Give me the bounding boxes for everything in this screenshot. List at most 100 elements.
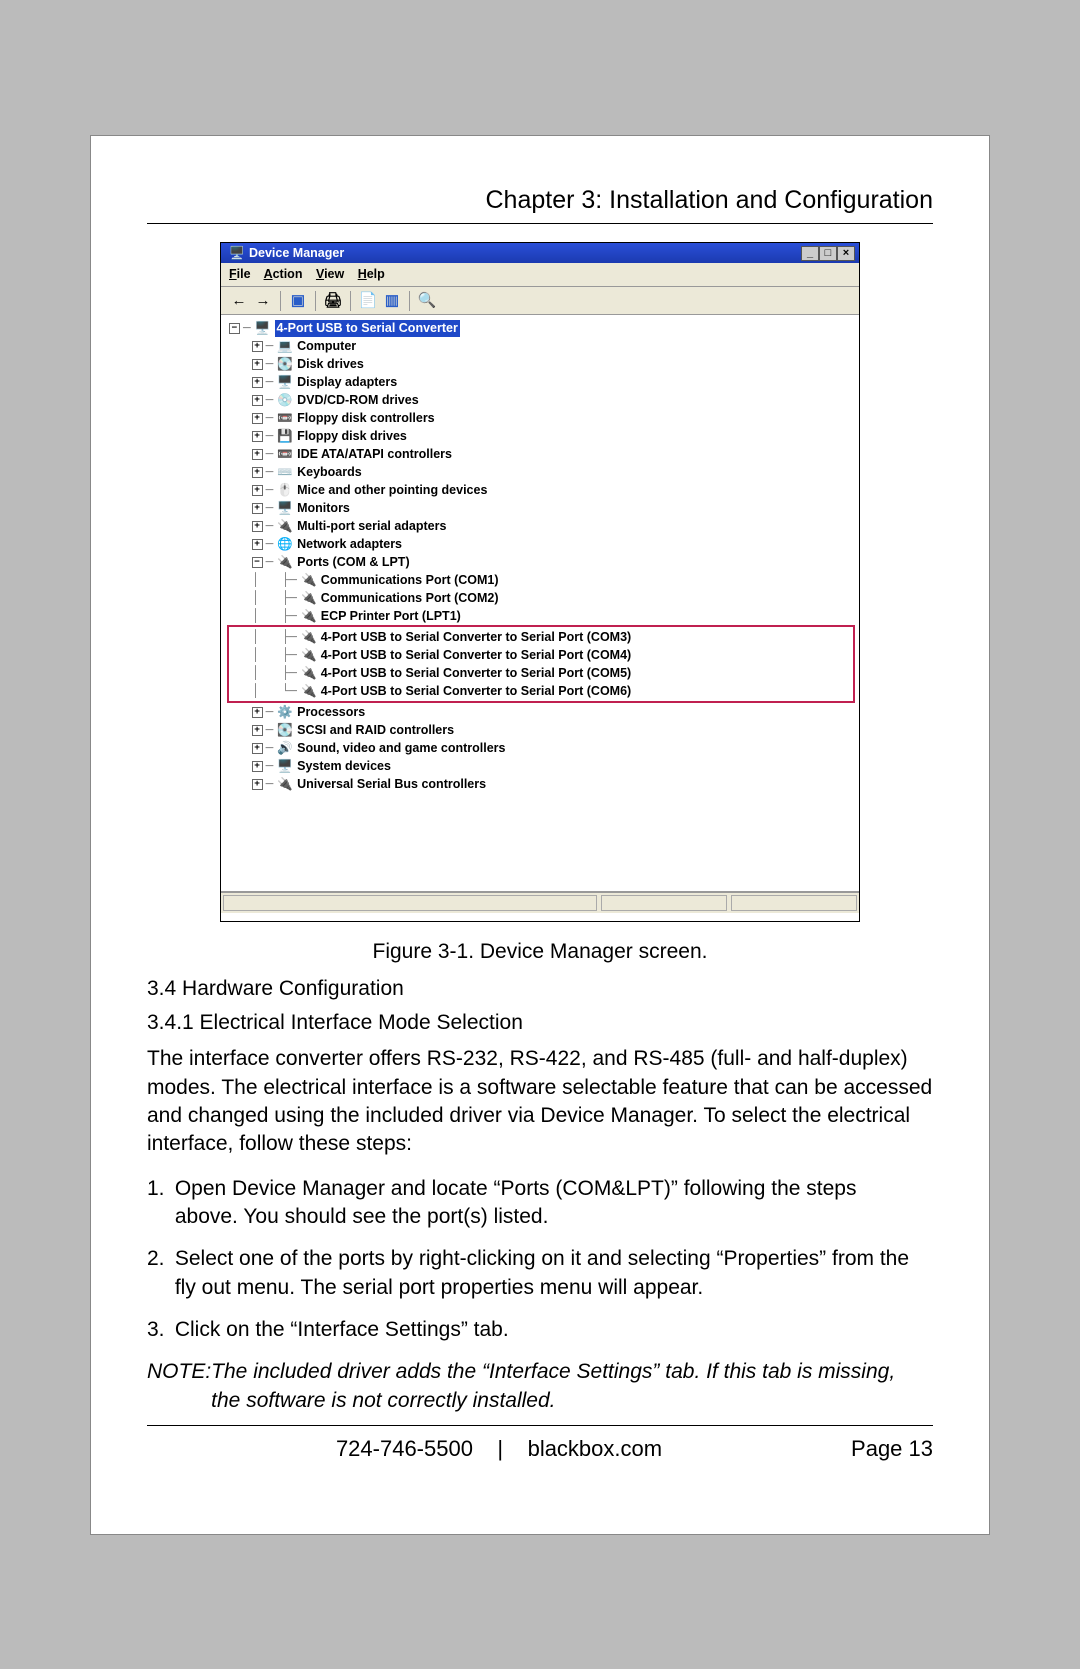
processor-icon: ⚙️ <box>277 704 293 720</box>
tree-node-ports[interactable]: −─🔌Ports (COM & LPT) <box>229 553 855 571</box>
port-icon: 🔌 <box>301 629 317 645</box>
section-heading-3-4-1: 3.4.1 Electrical Interface Mode Selectio… <box>147 1009 933 1037</box>
forward-icon[interactable]: → <box>253 291 273 311</box>
expand-icon[interactable]: + <box>252 539 263 550</box>
chapter-title: Chapter 3: Installation and Configuratio… <box>147 184 933 225</box>
expand-icon[interactable]: + <box>252 359 263 370</box>
expand-icon[interactable]: + <box>252 521 263 532</box>
tree-node[interactable]: +─⌨️Keyboards <box>229 463 855 481</box>
disk-icon: 💽 <box>277 356 293 372</box>
port-icon: 🔌 <box>301 665 317 681</box>
port-icon: 🔌 <box>301 572 317 588</box>
tree-child[interactable]: │ ├─🔌ECP Printer Port (LPT1) <box>229 607 855 625</box>
expand-icon[interactable]: + <box>252 485 263 496</box>
expand-icon[interactable]: + <box>252 743 263 754</box>
window-buttons: _ □ × <box>801 246 855 261</box>
device-manager-window: 🖥️ Device Manager _ □ × File Action View… <box>220 242 860 922</box>
tree-node[interactable]: +─💻Computer <box>229 337 855 355</box>
tree-root[interactable]: −─ 🖥️ 4-Port USB to Serial Converter <box>229 319 855 337</box>
highlighted-ports-box: │ ├─🔌4-Port USB to Serial Converter to S… <box>227 625 855 703</box>
app-icon: 🖥️ <box>229 245 245 261</box>
tree-child[interactable]: │ └─🔌4-Port USB to Serial Converter to S… <box>229 682 850 700</box>
collapse-icon[interactable]: − <box>229 323 240 334</box>
expand-icon[interactable]: + <box>252 503 263 514</box>
expand-icon[interactable]: + <box>252 449 263 460</box>
tree-node[interactable]: +─🖱️Mice and other pointing devices <box>229 481 855 499</box>
step-number: 1. <box>147 1175 169 1203</box>
menu-action[interactable]: Action <box>264 267 303 281</box>
minimize-button[interactable]: _ <box>801 246 819 261</box>
refresh-icon[interactable]: ▥ <box>382 291 402 311</box>
up-icon[interactable]: ▣ <box>288 291 308 311</box>
computer-icon: 🖥️ <box>255 320 271 336</box>
step-2: 2. Select one of the ports by right-clic… <box>147 1245 933 1302</box>
tree-node[interactable]: +─🖥️System devices <box>229 757 855 775</box>
expand-icon[interactable]: + <box>252 341 263 352</box>
close-button[interactable]: × <box>837 246 855 261</box>
tree-child[interactable]: │ ├─🔌Communications Port (COM1) <box>229 571 855 589</box>
ports-icon: 🔌 <box>277 554 293 570</box>
scan-icon[interactable]: 🔍 <box>417 291 437 311</box>
dvd-icon: 💿 <box>277 392 293 408</box>
maximize-button[interactable]: □ <box>819 246 837 261</box>
expand-icon[interactable]: + <box>252 761 263 772</box>
footer-site: blackbox.com <box>528 1436 663 1461</box>
menu-view[interactable]: View <box>316 267 344 281</box>
tree-node[interactable]: +─⚙️Processors <box>229 703 855 721</box>
keyboard-icon: ⌨️ <box>277 464 293 480</box>
tree-node[interactable]: +─🔌Universal Serial Bus controllers <box>229 775 855 793</box>
expand-icon[interactable]: + <box>252 395 263 406</box>
tree-node[interactable]: +─🖥️Display adapters <box>229 373 855 391</box>
expand-icon[interactable]: + <box>252 467 263 478</box>
ide-icon: 📼 <box>277 446 293 462</box>
floppy-icon: 💾 <box>277 428 293 444</box>
tree-node[interactable]: +─💿DVD/CD-ROM drives <box>229 391 855 409</box>
tree-child[interactable]: │ ├─🔌Communications Port (COM2) <box>229 589 855 607</box>
tree-node[interactable]: +─📼IDE ATA/ATAPI controllers <box>229 445 855 463</box>
print-icon[interactable]: 🖨 <box>323 291 343 311</box>
monitor-icon: 🖥️ <box>277 500 293 516</box>
properties-icon[interactable]: 📄 <box>358 291 378 311</box>
tree-node[interactable]: +─🔌Multi-port serial adapters <box>229 517 855 535</box>
step-number: 3. <box>147 1316 169 1344</box>
expand-icon[interactable]: + <box>252 725 263 736</box>
tree-node[interactable]: +─💽Disk drives <box>229 355 855 373</box>
tree-node[interactable]: +─📼Floppy disk controllers <box>229 409 855 427</box>
tree-node[interactable]: +─💾Floppy disk drives <box>229 427 855 445</box>
figure-wrap: 🖥️ Device Manager _ □ × File Action View… <box>147 242 933 922</box>
tree-node[interactable]: +─🖥️Monitors <box>229 499 855 517</box>
figure-caption: Figure 3-1. Device Manager screen. <box>147 938 933 966</box>
footer-phone: 724-746-5500 <box>336 1436 473 1461</box>
menu-bar: File Action View Help <box>221 263 859 287</box>
expand-icon[interactable]: + <box>252 377 263 388</box>
status-bar <box>221 891 859 913</box>
section-heading-3-4: 3.4 Hardware Configuration <box>147 975 933 1003</box>
back-icon[interactable]: ← <box>229 291 249 311</box>
window-title: Device Manager <box>249 245 801 262</box>
tree-child[interactable]: │ ├─🔌4-Port USB to Serial Converter to S… <box>229 646 850 664</box>
step-3: 3. Click on the “Interface Settings” tab… <box>147 1316 933 1344</box>
port-icon: 🔌 <box>301 647 317 663</box>
display-icon: 🖥️ <box>277 374 293 390</box>
tree-node[interactable]: +─🌐Network adapters <box>229 535 855 553</box>
menu-help[interactable]: Help <box>358 267 385 281</box>
expand-icon[interactable]: + <box>252 413 263 424</box>
menu-file[interactable]: File <box>229 267 251 281</box>
device-tree: −─ 🖥️ 4-Port USB to Serial Converter +─💻… <box>221 315 859 891</box>
expand-icon[interactable]: + <box>252 707 263 718</box>
tree-node[interactable]: +─🔊Sound, video and game controllers <box>229 739 855 757</box>
tree-child[interactable]: │ ├─🔌4-Port USB to Serial Converter to S… <box>229 628 850 646</box>
tree-node[interactable]: +─💽SCSI and RAID controllers <box>229 721 855 739</box>
page-footer: 724-746-5500 | blackbox.com Page 13 <box>147 1434 933 1464</box>
body-paragraph: The interface converter offers RS-232, R… <box>147 1045 933 1158</box>
serial-icon: 🔌 <box>277 518 293 534</box>
system-icon: 🖥️ <box>277 758 293 774</box>
footer-rule <box>147 1425 933 1426</box>
note-block: NOTE: The included driver adds the “Inte… <box>147 1358 933 1415</box>
page-number: Page 13 <box>851 1434 933 1464</box>
tree-child[interactable]: │ ├─🔌4-Port USB to Serial Converter to S… <box>229 664 850 682</box>
collapse-icon[interactable]: − <box>252 557 263 568</box>
expand-icon[interactable]: + <box>252 779 263 790</box>
note-text: The included driver adds the “Interface … <box>211 1358 911 1415</box>
expand-icon[interactable]: + <box>252 431 263 442</box>
